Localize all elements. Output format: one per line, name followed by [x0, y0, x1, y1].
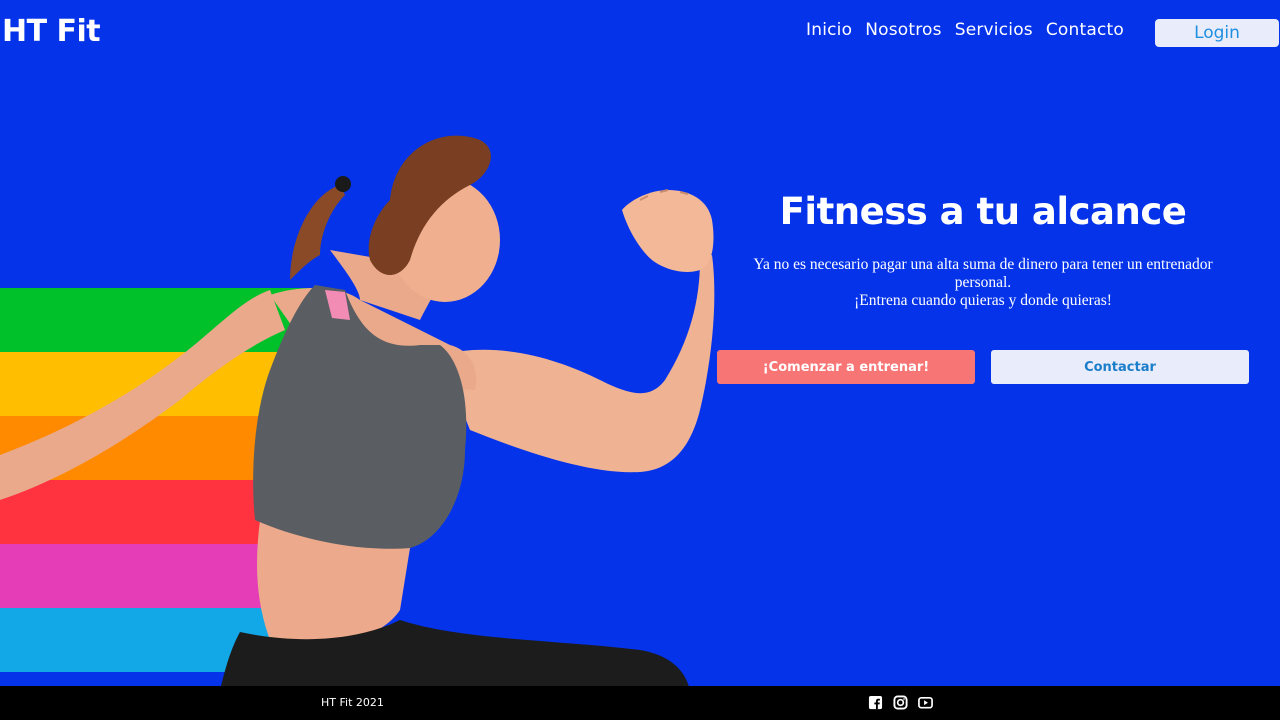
social-links	[868, 695, 933, 710]
hero-description-line-1: Ya no es necesario pagar una alta suma d…	[753, 256, 1213, 291]
nav-link-contacto[interactable]: Contacto	[1046, 20, 1124, 40]
hero-description-line-2: ¡Entrena cuando quieras y donde quieras!	[854, 292, 1112, 309]
hero-description: Ya no es necesario pagar una alta suma d…	[730, 256, 1236, 310]
instagram-icon[interactable]	[893, 695, 908, 710]
login-button[interactable]: Login	[1155, 19, 1279, 47]
main-nav: Inicio Nosotros Servicios Contacto	[806, 20, 1124, 40]
site-footer: HT Fit 2021	[0, 686, 1280, 720]
nav-link-inicio[interactable]: Inicio	[806, 20, 852, 40]
footer-copyright: HT Fit 2021	[321, 696, 384, 709]
nav-link-nosotros[interactable]: Nosotros	[865, 20, 942, 40]
contact-button[interactable]: Contactar	[991, 350, 1249, 384]
youtube-icon[interactable]	[918, 695, 933, 710]
facebook-icon[interactable]	[868, 695, 883, 710]
hero-title: Fitness a tu alcance	[779, 190, 1187, 233]
hero-woman-image	[0, 135, 715, 690]
landing-page: HT Fit Inicio Nosotros Servicios Contact…	[0, 0, 1280, 720]
start-training-button[interactable]: ¡Comenzar a entrenar!	[717, 350, 975, 384]
nav-link-servicios[interactable]: Servicios	[955, 20, 1033, 40]
